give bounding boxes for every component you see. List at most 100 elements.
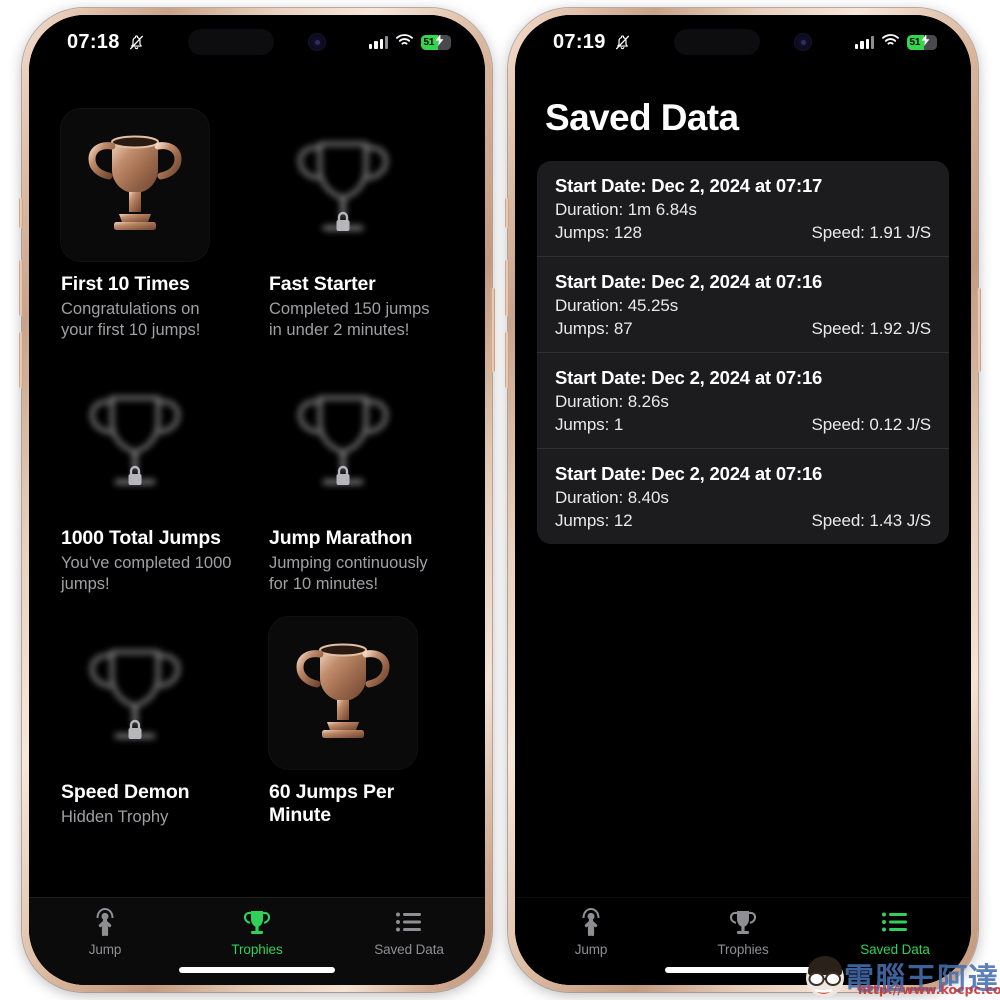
silent-switch[interactable] xyxy=(505,198,509,228)
trophy-icon xyxy=(729,907,757,937)
phone-right-saved-data: 07:19 51 Saved Data Start Date: Dec 2, 2… xyxy=(505,8,981,992)
status-indicators: 51 xyxy=(855,33,937,52)
saved-data-list: Start Date: Dec 2, 2024 at 07:17 Duratio… xyxy=(537,161,949,544)
trophy-description: Completed 150 jumps in under 2 minutes! xyxy=(269,300,430,340)
battery-icon: 51 xyxy=(907,34,937,50)
trophy-card[interactable]: 1000 Total Jumps You've completed 1000 j… xyxy=(55,363,251,595)
trophy-card[interactable]: First 10 Times Congratulations on your f… xyxy=(55,109,251,341)
trophy-title: 1000 Total Jumps xyxy=(61,527,221,550)
record-duration: Duration: 8.26s xyxy=(555,392,669,411)
screenshot-canvas: 07:18 51 First 10 Times Congratulations … xyxy=(0,0,1000,1000)
jump-rope-icon xyxy=(577,907,605,937)
trophy-description: Congratulations on your first 10 jumps! xyxy=(61,300,201,340)
tab-saved-data[interactable]: Saved Data xyxy=(819,907,971,957)
status-time: 07:18 xyxy=(67,30,120,53)
trophy-card[interactable]: Fast Starter Completed 150 jumps in unde… xyxy=(263,109,459,341)
power-button[interactable] xyxy=(977,288,981,372)
volume-down-button[interactable] xyxy=(505,332,509,388)
trophy-description: Hidden Trophy xyxy=(61,808,169,827)
list-icon xyxy=(881,907,909,937)
record-speed: Speed: 1.43 J/S xyxy=(811,511,932,530)
saved-data-row[interactable]: Start Date: Dec 2, 2024 at 07:16 Duratio… xyxy=(537,353,949,449)
trophy-card[interactable]: Speed Demon Hidden Trophy xyxy=(55,617,251,830)
trophy-description: Jumping continuously for 10 minutes! xyxy=(269,554,428,594)
tab-label: Jump xyxy=(88,942,122,957)
wifi-icon xyxy=(881,33,900,52)
saved-data-row[interactable]: Start Date: Dec 2, 2024 at 07:16 Duratio… xyxy=(537,449,949,544)
saved-data-row[interactable]: Start Date: Dec 2, 2024 at 07:17 Duratio… xyxy=(537,161,949,257)
trophy-title: Jump Marathon xyxy=(269,527,413,550)
silent-switch[interactable] xyxy=(19,198,23,228)
tab-saved-data[interactable]: Saved Data xyxy=(333,907,485,957)
tab-jump[interactable]: Jump xyxy=(29,907,181,957)
lock-icon xyxy=(333,464,353,493)
dynamic-island xyxy=(674,29,761,55)
cellular-bars-icon xyxy=(369,35,388,49)
trophy-icon xyxy=(243,907,271,937)
trophy-artwork xyxy=(269,109,417,261)
saved-data-row[interactable]: Start Date: Dec 2, 2024 at 07:16 Duratio… xyxy=(537,257,949,353)
tab-label: Saved Data xyxy=(860,942,930,957)
status-time: 07:19 xyxy=(553,30,606,53)
dynamic-island-area xyxy=(632,29,856,55)
record-jumps: Jumps: 87 xyxy=(555,319,633,338)
record-start-date: Start Date: Dec 2, 2024 at 07:17 xyxy=(555,175,823,196)
trophy-card[interactable]: Jump Marathon Jumping continuously for 1… xyxy=(263,363,459,595)
record-speed: Speed: 0.12 J/S xyxy=(811,415,932,434)
trophy-title: First 10 Times xyxy=(61,273,190,295)
trophy-artwork xyxy=(61,363,209,515)
wifi-icon xyxy=(395,33,414,52)
trophy-artwork xyxy=(61,617,209,769)
tab-jump[interactable]: Jump xyxy=(515,907,667,957)
tab-trophies[interactable]: Trophies xyxy=(667,907,819,957)
record-jumps: Jumps: 12 xyxy=(555,511,633,530)
home-indicator[interactable] xyxy=(179,967,335,973)
record-duration: Duration: 1m 6.84s xyxy=(555,200,697,219)
phone-right-bezel: 07:19 51 Saved Data Start Date: Dec 2, 2… xyxy=(515,15,971,985)
bell-slash-icon xyxy=(613,33,632,52)
trophy-grid: First 10 Times Congratulations on your f… xyxy=(29,69,485,830)
trophy-title: Fast Starter xyxy=(269,273,376,295)
face-id-icon xyxy=(794,33,813,51)
dynamic-island xyxy=(188,29,275,55)
trophy-title: 60 Jumps Per Minute xyxy=(269,781,395,827)
lock-icon xyxy=(333,210,353,239)
battery-percent: 51 xyxy=(423,36,435,48)
trophy-description: You've completed 1000 jumps! xyxy=(61,554,232,594)
saved-data-screen: Saved Data Start Date: Dec 2, 2024 at 07… xyxy=(515,69,971,985)
face-id-icon xyxy=(308,33,327,51)
status-bar-left: 07:18 51 xyxy=(29,15,485,69)
phone-left-trophies: 07:18 51 First 10 Times Congratulations … xyxy=(19,8,495,992)
record-jumps: Jumps: 1 xyxy=(555,415,624,434)
tab-trophies[interactable]: Trophies xyxy=(181,907,333,957)
trophy-cup-icon xyxy=(81,128,189,243)
volume-down-button[interactable] xyxy=(19,332,23,388)
volume-up-button[interactable] xyxy=(505,260,509,316)
tab-label: Saved Data xyxy=(374,942,444,957)
status-indicators: 51 xyxy=(369,33,451,52)
phone-right-screen: 07:19 51 Saved Data Start Date: Dec 2, 2… xyxy=(515,15,971,985)
lock-icon xyxy=(125,464,145,493)
status-bar-right: 07:19 51 xyxy=(515,15,971,69)
jump-rope-icon xyxy=(91,907,119,937)
volume-up-button[interactable] xyxy=(19,260,23,316)
home-indicator[interactable] xyxy=(665,967,821,973)
trophy-artwork xyxy=(61,109,209,261)
trophy-cup-icon xyxy=(289,636,397,751)
page-title: Saved Data xyxy=(545,97,739,138)
trophies-screen: First 10 Times Congratulations on your f… xyxy=(29,69,485,985)
trophy-title: Speed Demon xyxy=(61,781,190,804)
battery-percent: 51 xyxy=(909,36,921,48)
record-jumps: Jumps: 128 xyxy=(555,223,642,242)
record-start-date: Start Date: Dec 2, 2024 at 07:16 xyxy=(555,367,823,388)
record-speed: Speed: 1.92 J/S xyxy=(811,319,932,338)
lock-icon xyxy=(125,718,145,747)
phone-left-bezel: 07:18 51 First 10 Times Congratulations … xyxy=(29,15,485,985)
trophy-card[interactable]: 60 Jumps Per Minute xyxy=(263,617,459,830)
bell-slash-icon xyxy=(127,33,146,52)
power-button[interactable] xyxy=(491,288,495,372)
trophy-artwork xyxy=(269,617,417,770)
cellular-bars-icon xyxy=(855,35,874,49)
trophy-artwork xyxy=(269,363,417,515)
record-speed: Speed: 1.91 J/S xyxy=(811,223,932,242)
